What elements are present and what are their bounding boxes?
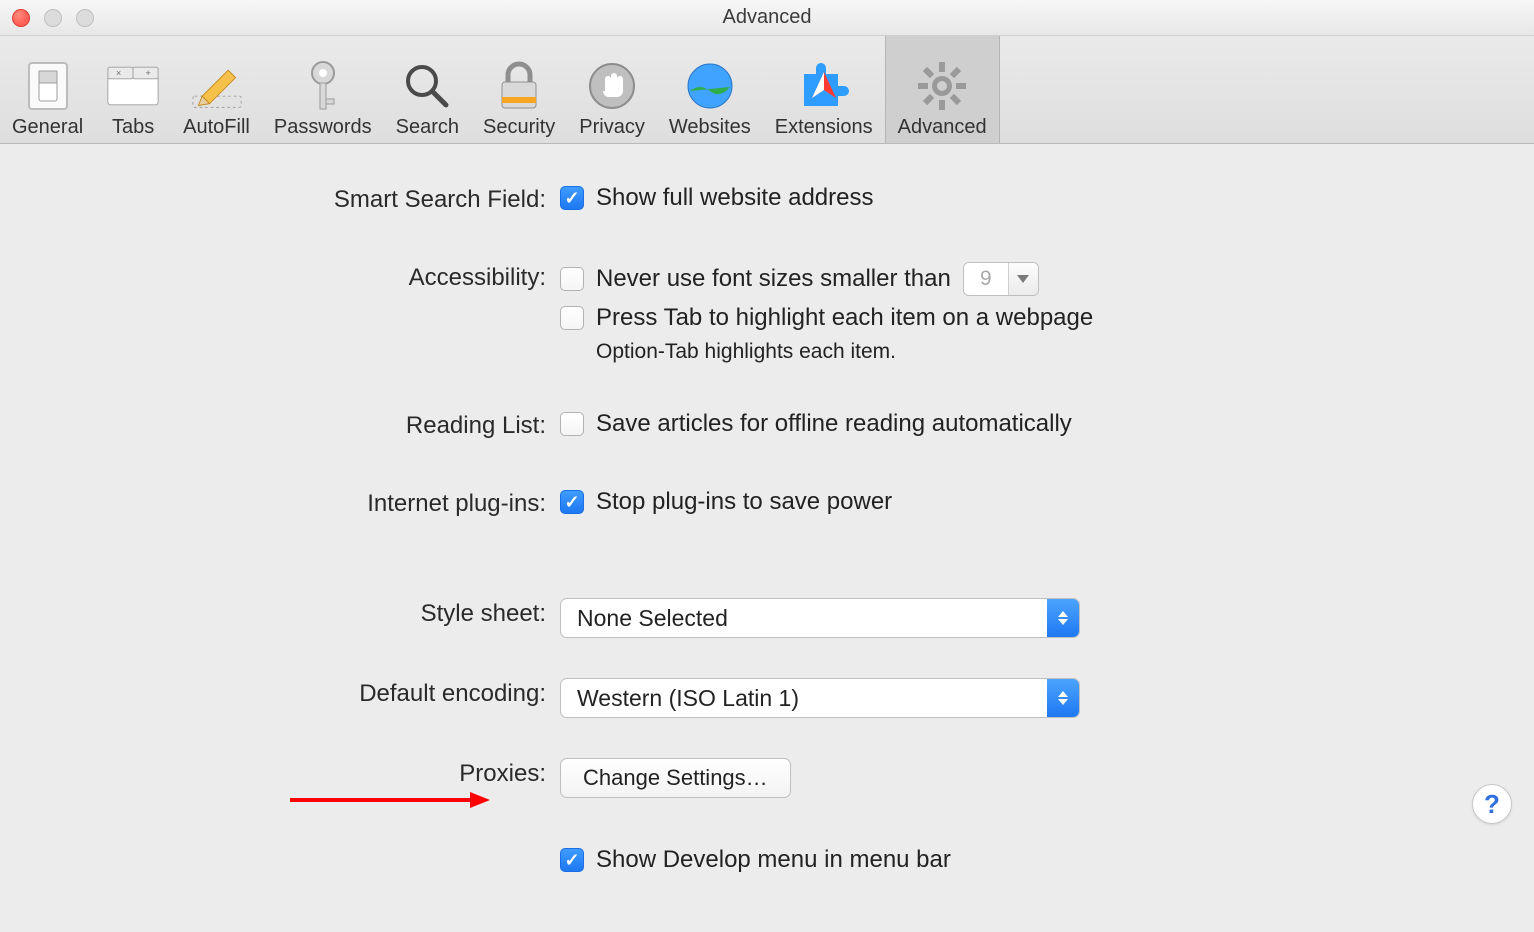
toolbar-label: Passwords [274,116,372,139]
window-controls [0,9,94,27]
style-sheet-select[interactable]: None Selected [560,598,1080,638]
minimize-button[interactable] [44,9,62,27]
develop-menu-label: Show Develop menu in menu bar [596,846,951,874]
toolbar-label: Security [483,116,555,139]
toolbar-tab-tabs[interactable]: × + Tabs [95,36,171,143]
show-full-address-checkbox[interactable] [560,186,584,210]
default-encoding-select[interactable]: Western (ISO Latin 1) [560,678,1080,718]
hand-circle-icon [586,60,638,112]
stop-plugins-checkbox[interactable] [560,490,584,514]
smart-search-label: Smart Search Field: [60,184,560,214]
accessibility-label: Accessibility: [60,262,560,292]
plugins-label: Internet plug-ins: [60,488,560,518]
select-caret-icon [1047,599,1079,637]
toolbar-tab-security[interactable]: Security [471,36,567,143]
tab-highlight-checkbox[interactable] [560,306,584,330]
toolbar-label: Websites [669,116,751,139]
svg-text:×: × [116,68,121,78]
save-offline-label: Save articles for offline reading automa… [596,410,1072,438]
min-font-label: Never use font sizes smaller than [596,265,951,293]
prefs-content: Smart Search Field: Show full website ad… [0,144,1534,932]
toolbar-label: AutoFill [183,116,250,139]
style-sheet-value: None Selected [577,605,728,632]
toolbar-label: General [12,116,83,139]
switch-icon [22,60,74,112]
toolbar-tab-search[interactable]: Search [384,36,471,143]
toolbar-label: Search [396,116,459,139]
help-icon: ? [1484,789,1500,820]
default-encoding-label: Default encoding: [60,678,560,708]
zoom-button[interactable] [76,9,94,27]
default-encoding-value: Western (ISO Latin 1) [577,685,799,712]
min-font-stepper[interactable]: 9 [963,262,1039,296]
chevron-down-icon[interactable] [1008,263,1038,295]
toolbar-label: Extensions [775,116,873,139]
reading-list-label: Reading List: [60,410,560,440]
change-settings-button[interactable]: Change Settings… [560,758,791,798]
toolbar-tab-extensions[interactable]: Extensions [763,36,885,143]
toolbar-tab-privacy[interactable]: Privacy [567,36,657,143]
globe-icon [684,60,736,112]
window-title: Advanced [0,6,1534,29]
select-caret-icon [1047,679,1079,717]
develop-menu-checkbox[interactable] [560,848,584,872]
tab-highlight-label: Press Tab to highlight each item on a we… [596,304,1093,332]
pencil-form-icon [191,60,243,112]
svg-text:+: + [146,68,151,78]
magnifier-icon [401,60,453,112]
prefs-toolbar: General × + Tabs AutoFill [0,36,1534,144]
titlebar: Advanced [0,0,1534,36]
key-icon [297,60,349,112]
gear-icon [916,60,968,112]
close-button[interactable] [12,9,30,27]
toolbar-tab-passwords[interactable]: Passwords [262,36,384,143]
lock-icon [493,60,545,112]
toolbar-label: Tabs [112,116,154,139]
toolbar-tab-autofill[interactable]: AutoFill [171,36,262,143]
min-font-value: 9 [964,263,1008,295]
tabs-icon: × + [107,60,159,112]
proxies-label: Proxies: [60,758,560,788]
compass-puzzle-icon [798,60,850,112]
style-sheet-label: Style sheet: [60,598,560,628]
help-button[interactable]: ? [1472,784,1512,824]
toolbar-tab-general[interactable]: General [0,36,95,143]
spacer [60,846,560,848]
toolbar-tab-advanced[interactable]: Advanced [885,36,1000,143]
change-settings-label: Change Settings… [583,765,768,791]
toolbar-label: Privacy [579,116,645,139]
toolbar-tab-websites[interactable]: Websites [657,36,763,143]
toolbar-label: Advanced [898,116,987,139]
stop-plugins-label: Stop plug-ins to save power [596,488,892,516]
accessibility-hint: Option-Tab highlights each item. [596,340,1093,364]
min-font-checkbox[interactable] [560,267,584,291]
save-offline-checkbox[interactable] [560,412,584,436]
show-full-address-label: Show full website address [596,184,873,212]
